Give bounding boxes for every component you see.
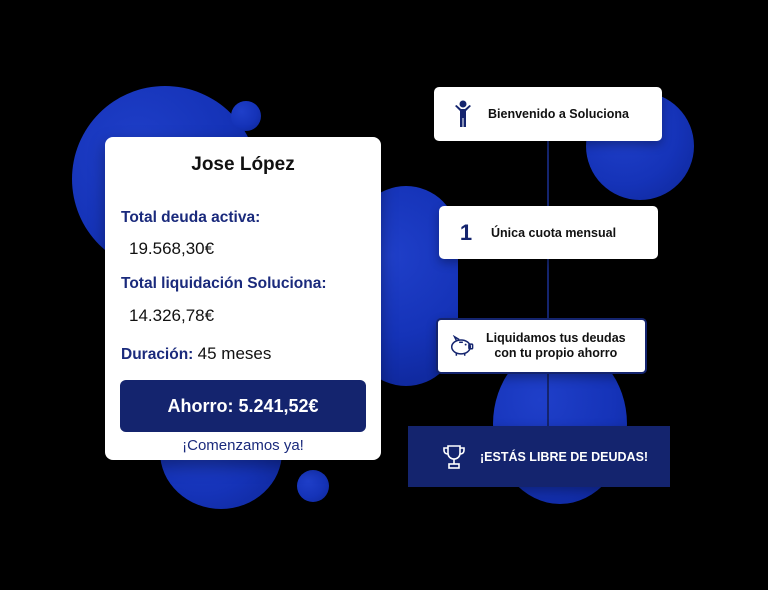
- step-monthly-fee-label: Única cuota mensual: [491, 225, 617, 240]
- step-liquidation-label: Liquidamos tus deudas con tu propio ahor…: [486, 331, 626, 361]
- liquidation-value: 14.326,78€: [129, 306, 215, 325]
- step-number: 1: [459, 219, 473, 245]
- step-debt-free-label: ¡ESTÁS LIBRE DE DEUDAS!: [480, 449, 649, 464]
- step-debt-free: ¡ESTÁS LIBRE DE DEUDAS!: [408, 426, 670, 487]
- person-icon: [450, 100, 476, 128]
- duration-row: Duración: 45 meses: [121, 344, 271, 364]
- step-welcome-label: Bienvenido a Soluciona: [488, 107, 629, 121]
- trophy-icon: [442, 444, 466, 470]
- piggy-bank-icon: [448, 335, 474, 357]
- debt-value: 19.568,30€: [129, 239, 215, 258]
- start-link[interactable]: ¡Comenzamos ya!: [105, 437, 381, 454]
- step-monthly-fee: 1 Única cuota mensual: [439, 206, 658, 259]
- debt-summary-card: Jose López Total deuda activa: 19.568,30…: [105, 137, 381, 460]
- client-name: Jose López: [191, 154, 295, 175]
- step-liquidation-line2: con tu propio ahorro: [494, 346, 618, 360]
- duration-value: 45 meses: [197, 344, 272, 363]
- step-welcome: Bienvenido a Soluciona: [434, 87, 662, 141]
- liquidation-label: Total liquidación Soluciona:: [121, 275, 327, 292]
- step-liquidation: Liquidamos tus deudas con tu propio ahor…: [436, 318, 647, 374]
- duration-label: Duración:: [121, 346, 194, 363]
- decorative-circle-small-top: [231, 101, 261, 131]
- timeline-connector: [547, 140, 549, 430]
- step-liquidation-line1: Liquidamos tus deudas: [486, 331, 626, 345]
- debt-label: Total deuda activa:: [121, 209, 261, 226]
- decorative-circle-tiny-bottom: [297, 470, 329, 502]
- savings-button[interactable]: Ahorro: 5.241,52€: [120, 380, 366, 432]
